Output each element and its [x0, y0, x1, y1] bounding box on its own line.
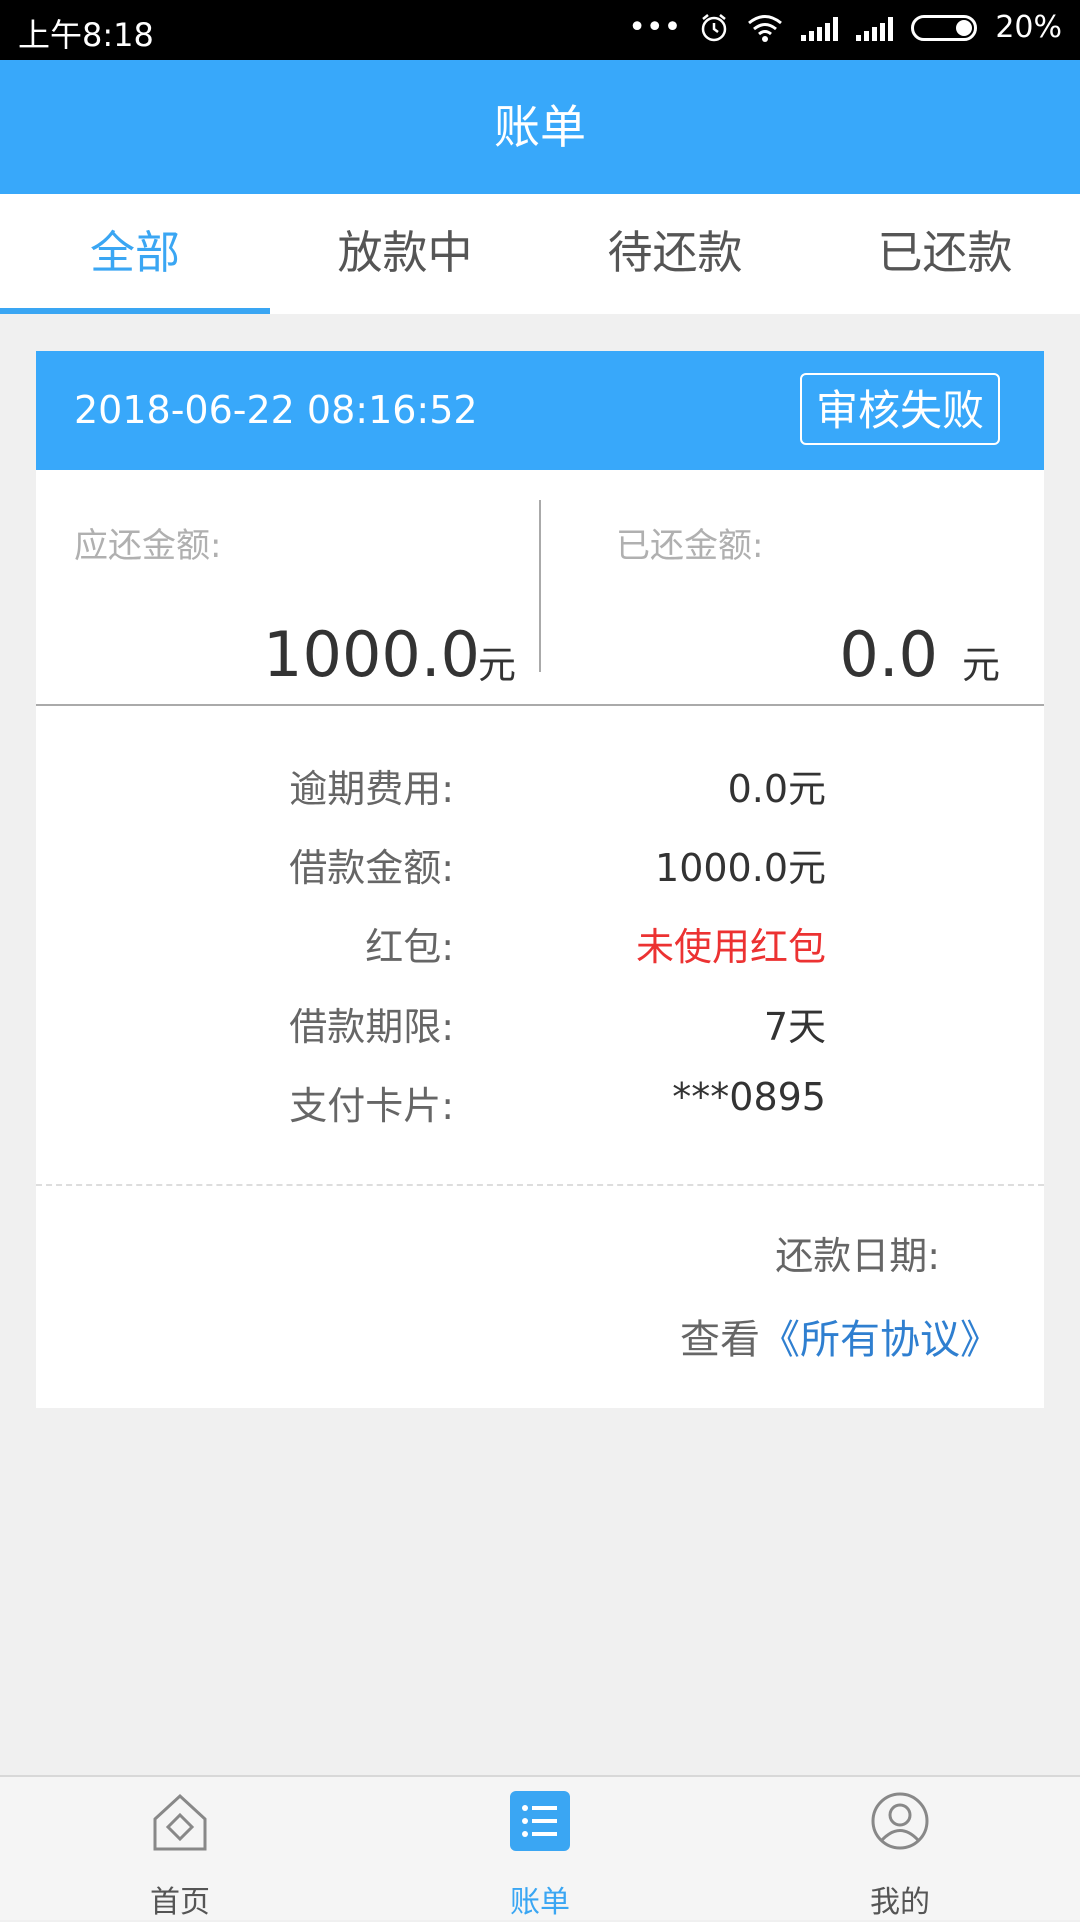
amount-due-value: 1000.0 [263, 618, 480, 691]
page-title: 账单 [494, 100, 586, 154]
amount-due: 应还金额: 1000.0 元 [36, 470, 540, 704]
detail-value: 0.0元 [727, 767, 826, 811]
detail-value: 1000.0元 [655, 846, 826, 890]
agreements-link[interactable]: 《所有协议》 [760, 1317, 1000, 1363]
detail-key: 借款金额: [289, 846, 454, 890]
wifi-icon [748, 14, 783, 42]
status-time: 上午8:18 [18, 16, 154, 54]
amount-paid-unit: 元 [961, 643, 1000, 687]
amount-summary: 应还金额: 1000.0 元 已还金额: 0.0 元 [36, 470, 1044, 706]
filter-tabs: 全部 放款中 待还款 已还款 [0, 194, 1080, 314]
detail-row-overdue-fee: 逾期费用: 0.0元 [36, 758, 1044, 818]
detail-row-payment-card: 支付卡片: ***0895 [36, 1075, 1044, 1135]
more-dots-icon: ••• [628, 10, 682, 45]
amount-due-unit: 元 [477, 643, 516, 687]
nav-home-label: 首页 [150, 1885, 210, 1920]
detail-value: ***0895 [672, 1075, 826, 1119]
bottom-nav: 首页 账单 我的 [0, 1775, 1080, 1920]
agreement-line: 查看《所有协议》 [680, 1307, 1000, 1365]
detail-value: 7天 [763, 1005, 826, 1049]
amount-paid: 已还金额: 0.0 元 [540, 470, 1044, 704]
tab-pending-repayment[interactable]: 待还款 [540, 194, 810, 314]
battery-icon [911, 14, 978, 41]
tab-all[interactable]: 全部 [0, 194, 270, 314]
nav-mine[interactable]: 我的 [800, 1777, 1000, 1922]
alarm-icon [702, 13, 727, 41]
detail-key: 逾期费用: [289, 767, 454, 811]
nav-home[interactable]: 首页 [80, 1777, 280, 1922]
signal-icon [801, 15, 839, 41]
status-badge: 审核失败 [799, 373, 1000, 445]
signal-icon [856, 15, 894, 41]
detail-key: 红包: [365, 925, 454, 969]
user-icon [871, 1792, 929, 1850]
status-bar: 上午8:18 ••• 20% [0, 0, 1080, 60]
amount-paid-label: 已还金额: [616, 526, 764, 566]
bill-card-header: 2018-06-22 08:16:52 审核失败 [36, 351, 1044, 470]
detail-key: 借款期限: [289, 1005, 454, 1049]
status-icons: ••• 20% [628, 10, 1062, 45]
detail-row-loan-amount: 借款金额: 1000.0元 [36, 837, 1044, 897]
detail-value: 未使用红包 [635, 925, 826, 969]
app-bar: 账单 [0, 60, 1080, 194]
tab-repaid[interactable]: 已还款 [810, 194, 1080, 314]
tab-disbursing[interactable]: 放款中 [270, 194, 540, 314]
bill-card[interactable]: 2018-06-22 08:16:52 审核失败 应还金额: 1000.0 元 … [36, 351, 1044, 1408]
nav-bills[interactable]: 账单 [440, 1777, 640, 1922]
amount-paid-value: 0.0 [839, 618, 938, 691]
repayment-date-label: 还款日期: [775, 1234, 940, 1278]
bill-datetime: 2018-06-22 08:16:52 [74, 388, 478, 432]
home-icon [153, 1793, 207, 1851]
detail-key: 支付卡片: [289, 1084, 454, 1128]
nav-mine-label: 我的 [870, 1885, 930, 1920]
detail-row-red-packet: 红包: 未使用红包 [36, 916, 1044, 976]
view-label: 查看 [680, 1317, 760, 1363]
bill-details: 逾期费用: 0.0元 借款金额: 1000.0元 红包: 未使用红包 借款期限:… [36, 706, 1044, 1186]
nav-bills-label: 账单 [510, 1885, 570, 1920]
amount-due-label: 应还金额: [74, 526, 222, 566]
bill-list-icon [510, 1791, 570, 1851]
battery-level: 20% [995, 10, 1062, 45]
detail-row-loan-term: 借款期限: 7天 [36, 996, 1044, 1056]
